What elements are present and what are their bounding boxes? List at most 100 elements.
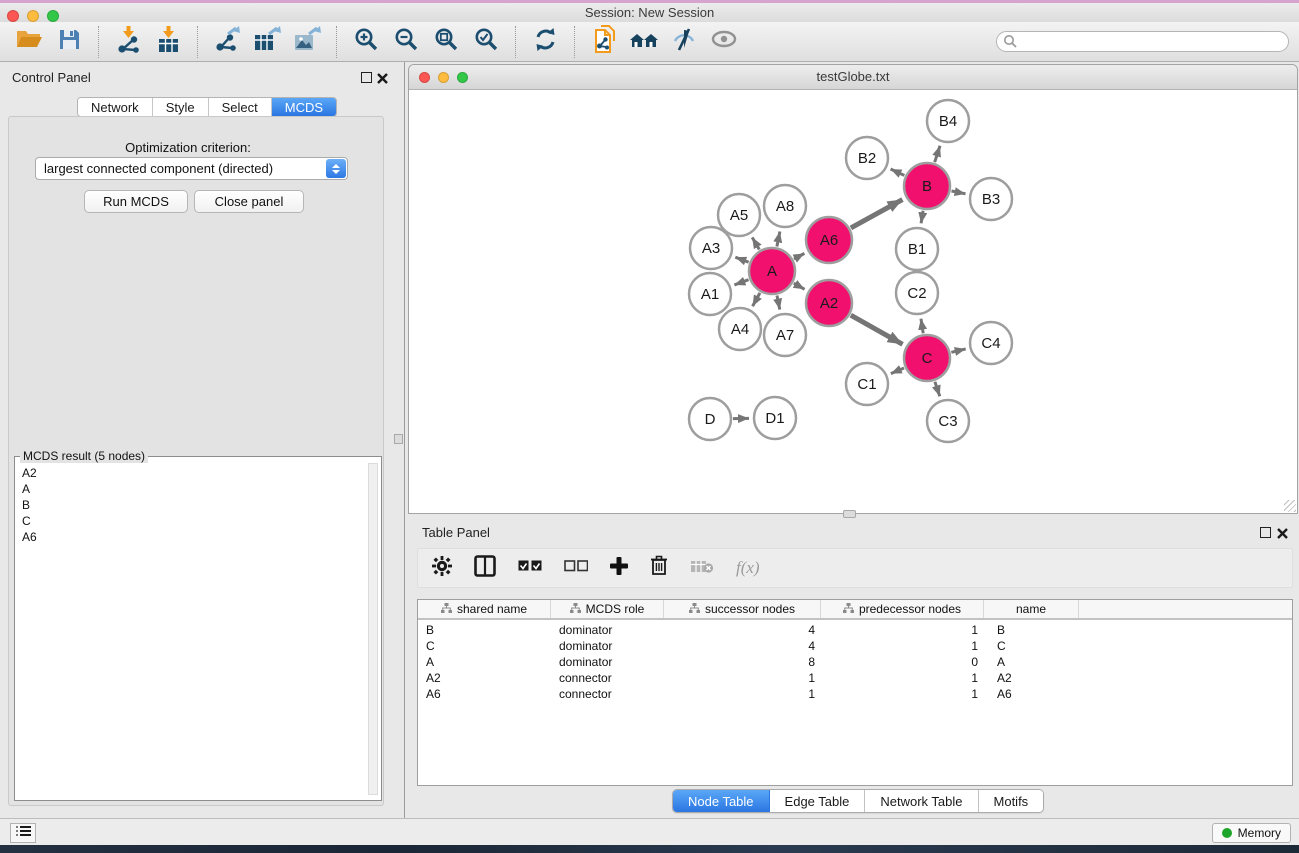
column-header-successor-nodes[interactable]: successor nodes	[664, 600, 821, 618]
select-all-button[interactable]	[518, 559, 542, 577]
show-columns-button[interactable]	[474, 555, 496, 582]
graph-edge-A6-B[interactable]	[851, 200, 903, 228]
run-mcds-button[interactable]: Run MCDS	[84, 190, 188, 213]
minimize-network-button[interactable]	[438, 72, 449, 83]
graph-edge-B-B3[interactable]	[951, 191, 965, 194]
close-table-panel-icon[interactable]	[1277, 526, 1288, 544]
graph-edge-A-A8[interactable]	[777, 231, 780, 246]
new-network-from-selection-button[interactable]	[589, 27, 619, 57]
column-header-predecessor-nodes[interactable]: predecessor nodes	[821, 600, 984, 618]
cell-mcds-role[interactable]: dominator	[551, 638, 664, 654]
graph-edge-A-A3[interactable]	[735, 257, 748, 262]
cell-shared-name[interactable]: C	[418, 638, 551, 654]
close-window-button[interactable]	[7, 10, 19, 22]
vertical-splitter-grip[interactable]	[394, 434, 403, 444]
cell-successor-nodes[interactable]: 4	[664, 638, 821, 654]
open-session-button[interactable]	[14, 27, 44, 57]
maximize-network-button[interactable]	[457, 72, 468, 83]
column-header-shared-name[interactable]: shared name	[418, 600, 551, 618]
cell-predecessor-nodes[interactable]: 1	[821, 622, 984, 638]
task-history-button[interactable]	[10, 823, 36, 843]
houses-icon[interactable]	[629, 27, 659, 57]
graph-edge-A-A1[interactable]	[734, 280, 748, 285]
graph-edge-A-A7[interactable]	[777, 295, 780, 309]
delete-column-button[interactable]	[650, 555, 668, 581]
network-window-titlebar[interactable]: testGlobe.txt	[409, 65, 1297, 90]
tab-style[interactable]: Style	[153, 98, 209, 116]
tab-edge-table[interactable]: Edge Table	[770, 790, 866, 812]
float-panel-icon[interactable]	[361, 72, 372, 83]
zoom-fit-button[interactable]	[431, 27, 461, 57]
cell-shared-name[interactable]: A6	[418, 686, 551, 702]
graph-edge-A-A6[interactable]	[794, 253, 804, 259]
cell-predecessor-nodes[interactable]: 0	[821, 654, 984, 670]
import-network-button[interactable]	[113, 27, 143, 57]
zoom-selected-button[interactable]	[471, 27, 501, 57]
cell-name[interactable]: A	[984, 654, 1079, 670]
close-network-button[interactable]	[419, 72, 430, 83]
table-row[interactable]: B dominator 4 1 B	[418, 622, 1292, 638]
zoom-out-button[interactable]	[391, 27, 421, 57]
close-panel-button[interactable]: Close panel	[194, 190, 304, 213]
cell-mcds-role[interactable]: connector	[551, 686, 664, 702]
tab-motifs[interactable]: Motifs	[979, 790, 1044, 812]
network-graph[interactable]: A5A8A3A6AA1A4A7A2B2B4BB3B1C2CC4C1C3DD1	[409, 90, 1297, 513]
graph-edge-C-C3[interactable]	[935, 382, 940, 397]
column-header-mcds-role[interactable]: MCDS role	[551, 600, 664, 618]
cell-predecessor-nodes[interactable]: 1	[821, 638, 984, 654]
graph-edge-B-B1[interactable]	[921, 211, 923, 224]
hide-graphics-details-button[interactable]	[669, 27, 699, 57]
column-header-name[interactable]: name	[984, 600, 1079, 618]
add-column-button[interactable]	[610, 557, 628, 580]
graph-edge-C-C4[interactable]	[951, 349, 965, 352]
zoom-in-button[interactable]	[351, 27, 381, 57]
network-window-controls[interactable]	[419, 72, 468, 83]
tab-network[interactable]: Network	[78, 98, 153, 116]
cell-name[interactable]: A6	[984, 686, 1079, 702]
cell-name[interactable]: A2	[984, 670, 1079, 686]
table-row[interactable]: C dominator 4 1 C	[418, 638, 1292, 654]
minimize-window-button[interactable]	[27, 10, 39, 22]
memory-button[interactable]: Memory	[1212, 823, 1291, 843]
float-table-panel-icon[interactable]	[1260, 527, 1271, 538]
graph-edge-B-B4[interactable]	[935, 146, 940, 162]
cell-shared-name[interactable]: B	[418, 622, 551, 638]
cell-successor-nodes[interactable]: 8	[664, 654, 821, 670]
network-canvas[interactable]: A5A8A3A6AA1A4A7A2B2B4BB3B1C2CC4C1C3DD1	[409, 90, 1297, 513]
result-scrollbar[interactable]	[368, 463, 378, 795]
graph-edge-A-A4[interactable]	[753, 293, 760, 306]
deselect-all-button[interactable]	[564, 559, 588, 577]
tab-mcds[interactable]: MCDS	[272, 98, 336, 116]
tab-network-table[interactable]: Network Table	[865, 790, 978, 812]
table-row[interactable]: A dominator 8 0 A	[418, 654, 1292, 670]
graph-edge-C-C2[interactable]	[921, 319, 923, 334]
cell-name[interactable]: C	[984, 638, 1079, 654]
graph-edge-A-A2[interactable]	[794, 283, 805, 289]
save-session-button[interactable]	[54, 27, 84, 57]
cell-shared-name[interactable]: A2	[418, 670, 551, 686]
import-table-button[interactable]	[153, 27, 183, 57]
delete-table-button[interactable]	[690, 558, 714, 579]
cell-mcds-role[interactable]: dominator	[551, 654, 664, 670]
export-image-button[interactable]	[292, 27, 322, 57]
optimization-criterion-select[interactable]: largest connected component (directed)	[35, 157, 348, 180]
graph-edge-A-A5[interactable]	[752, 237, 759, 249]
maximize-window-button[interactable]	[47, 10, 59, 22]
cell-predecessor-nodes[interactable]: 1	[821, 686, 984, 702]
close-panel-icon[interactable]	[377, 71, 388, 89]
graph-edge-C-C1[interactable]	[891, 368, 904, 374]
export-network-button[interactable]	[212, 27, 242, 57]
cell-mcds-role[interactable]: connector	[551, 670, 664, 686]
tab-node-table[interactable]: Node Table	[673, 790, 770, 812]
tab-select[interactable]: Select	[209, 98, 272, 116]
export-table-button[interactable]	[252, 27, 282, 57]
mcds-result-list[interactable]: A2 A B C A6	[16, 465, 368, 545]
graph-edge-B-B2[interactable]	[891, 169, 905, 175]
result-item[interactable]: A6	[16, 529, 368, 545]
table-settings-button[interactable]	[432, 556, 452, 581]
horizontal-splitter-grip[interactable]	[843, 510, 856, 518]
cell-successor-nodes[interactable]: 1	[664, 686, 821, 702]
cell-successor-nodes[interactable]: 4	[664, 622, 821, 638]
function-builder-button[interactable]: f(x)	[736, 558, 760, 578]
result-item[interactable]: A	[16, 481, 368, 497]
